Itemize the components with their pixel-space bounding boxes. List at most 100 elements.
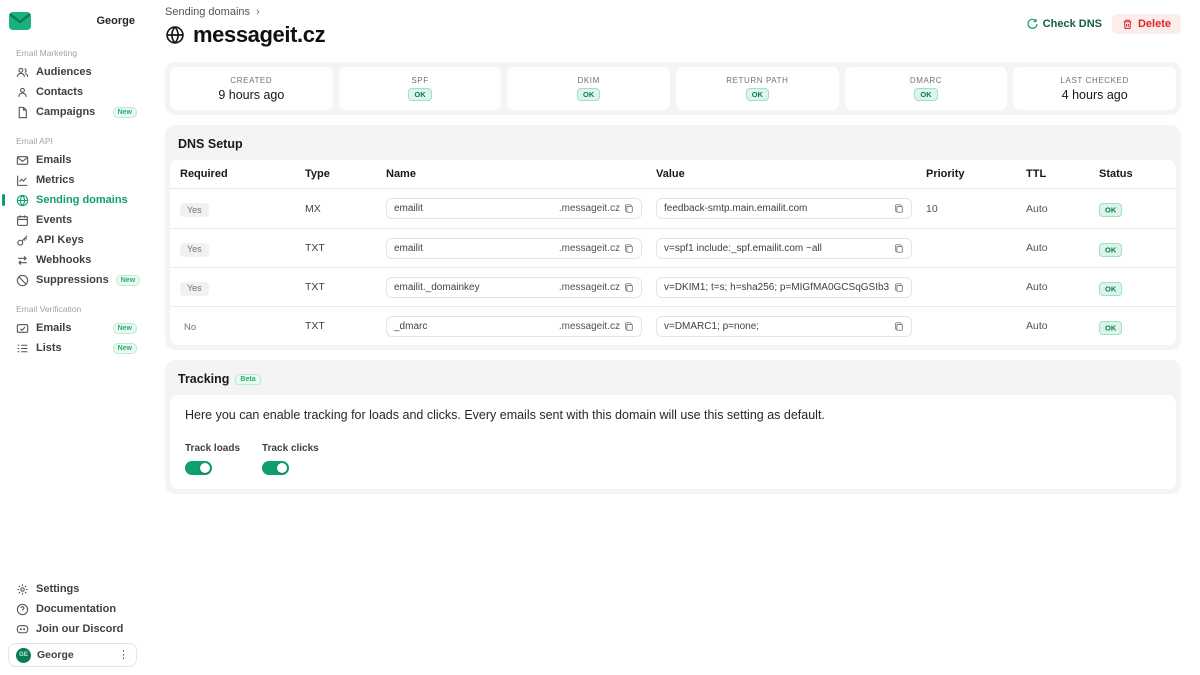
sidebar-item-events[interactable]: Events — [0, 210, 145, 230]
avatar: GE — [16, 648, 31, 663]
globe-icon — [16, 194, 29, 207]
required-badge: Yes — [180, 243, 209, 257]
last-checked-value: 4 hours ago — [1062, 88, 1128, 102]
copy-icon[interactable] — [624, 243, 634, 254]
spf-status-badge: OK — [408, 88, 431, 101]
calendar-icon — [16, 214, 29, 227]
ttl-value: Auto — [1026, 203, 1099, 215]
breadcrumb[interactable]: Sending domains › — [165, 6, 325, 18]
sidebar-item-label: Sending domains — [36, 194, 128, 206]
sidebar-item-webhooks[interactable]: Webhooks — [0, 250, 145, 270]
tracking-title: Tracking — [178, 372, 229, 386]
webhook-icon — [16, 254, 29, 267]
sidebar-item-campaigns[interactable]: Campaigns New — [0, 102, 145, 122]
status-card-dmarc: DMARC OK — [845, 67, 1008, 110]
app-logo-icon[interactable] — [8, 10, 32, 32]
required-badge: Yes — [180, 282, 209, 296]
contact-icon — [16, 86, 29, 99]
user-name: George — [37, 649, 74, 661]
section-label-email-verification: Email Verification — [8, 304, 145, 314]
breadcrumb-item[interactable]: Sending domains — [165, 6, 250, 18]
trash-icon — [1122, 19, 1133, 30]
sidebar-item-label: Emails — [36, 322, 71, 334]
copy-icon[interactable] — [894, 243, 904, 254]
sidebar-item-label: Documentation — [36, 603, 116, 615]
name-field[interactable]: emailit .messageit.cz — [386, 238, 642, 259]
name-field[interactable]: emailit._domainkey .messageit.cz — [386, 277, 642, 298]
user-menu[interactable]: GE George ⋮ — [8, 643, 137, 667]
copy-icon[interactable] — [624, 282, 634, 293]
copy-icon[interactable] — [624, 321, 634, 332]
sidebar-item-api-keys[interactable]: API Keys — [0, 230, 145, 250]
beta-badge: Beta — [235, 374, 260, 385]
value-field[interactable]: v=spf1 include:_spf.emailit.com ~all — [656, 238, 912, 259]
check-dns-button[interactable]: Check DNS — [1026, 18, 1102, 30]
mail-icon — [16, 154, 29, 167]
sidebar-item-label: API Keys — [36, 234, 84, 246]
status-card-spf: SPF OK — [339, 67, 502, 110]
record-type: MX — [305, 203, 386, 215]
dns-setup-panel: DNS Setup Required Type Name Value Prior… — [165, 125, 1181, 350]
row-status-badge: OK — [1099, 203, 1122, 217]
users-icon — [16, 66, 29, 79]
sidebar-item-label: Events — [36, 214, 72, 226]
sidebar-item-suppressions[interactable]: Suppressions New — [0, 270, 145, 290]
dns-row-dmarc: No TXT _dmarc .messageit.cz v=DMARC1; p=… — [170, 306, 1176, 345]
status-card-last-checked: LAST CHECKED 4 hours ago — [1013, 67, 1176, 110]
sidebar-item-contacts[interactable]: Contacts — [0, 82, 145, 102]
section-label-email-marketing: Email Marketing — [8, 48, 145, 58]
dns-table-header: Required Type Name Value Priority TTL St… — [170, 160, 1176, 189]
record-type: TXT — [305, 320, 386, 332]
mail-check-icon — [16, 322, 29, 335]
sidebar-item-label: Metrics — [36, 174, 75, 186]
tracking-description: Here you can enable tracking for loads a… — [185, 408, 1161, 422]
domain-suffix: .messageit.cz — [559, 243, 620, 254]
sidebar-item-lists[interactable]: Lists New — [0, 338, 145, 358]
track-loads-toggle[interactable] — [185, 461, 212, 475]
name-field[interactable]: _dmarc .messageit.cz — [386, 316, 642, 337]
help-icon — [16, 603, 29, 616]
sidebar-item-verification-emails[interactable]: Emails New — [0, 318, 145, 338]
sidebar-item-audiences[interactable]: Audiences — [0, 62, 145, 82]
list-icon — [16, 342, 29, 355]
workspace-name[interactable]: George — [96, 15, 135, 27]
refresh-icon — [1026, 18, 1038, 30]
value-field[interactable]: feedback-smtp.main.emailit.com — [656, 198, 912, 219]
row-status-badge: OK — [1099, 321, 1122, 335]
copy-icon[interactable] — [894, 203, 904, 214]
sidebar-item-sending-domains[interactable]: Sending domains — [0, 190, 145, 210]
dmarc-status-badge: OK — [914, 88, 937, 101]
dns-row-dkim: Yes TXT emailit._domainkey .messageit.cz… — [170, 267, 1176, 306]
dns-row-mx: Yes MX emailit .messageit.cz feedback-sm… — [170, 189, 1176, 228]
sidebar-item-label: Suppressions — [36, 274, 109, 286]
dkim-status-badge: OK — [577, 88, 600, 101]
delete-button[interactable]: Delete — [1112, 14, 1181, 34]
copy-icon[interactable] — [624, 203, 634, 214]
sidebar-item-metrics[interactable]: Metrics — [0, 170, 145, 190]
status-cards: CREATED 9 hours ago SPF OK DKIM OK RETUR… — [165, 62, 1181, 115]
status-card-return-path: RETURN PATH OK — [676, 67, 839, 110]
sidebar-item-label: Campaigns — [36, 106, 95, 118]
sidebar-item-documentation[interactable]: Documentation — [0, 599, 145, 619]
sidebar-item-discord[interactable]: Join our Discord — [0, 619, 145, 639]
sidebar-item-label: Audiences — [36, 66, 92, 78]
track-clicks-label: Track clicks — [262, 443, 319, 454]
section-label-email-api: Email API — [8, 136, 145, 146]
new-badge: New — [116, 275, 140, 286]
kebab-menu-icon[interactable]: ⋮ — [118, 650, 129, 661]
sidebar-item-settings[interactable]: Settings — [0, 579, 145, 599]
gear-icon — [16, 583, 29, 596]
name-field[interactable]: emailit .messageit.cz — [386, 198, 642, 219]
sidebar-item-emails[interactable]: Emails — [0, 150, 145, 170]
key-icon — [16, 234, 29, 247]
value-field[interactable]: v=DKIM1; t=s; h=sha256; p=MIGfMA0GCSqGSI… — [656, 277, 912, 298]
ttl-value: Auto — [1026, 281, 1099, 293]
copy-icon[interactable] — [894, 321, 904, 332]
track-clicks-toggle[interactable] — [262, 461, 289, 475]
required-badge: Yes — [180, 203, 209, 217]
copy-icon[interactable] — [894, 282, 904, 293]
main-content: Sending domains › messageit.cz Check DNS… — [145, 0, 1200, 675]
chart-icon — [16, 174, 29, 187]
value-field[interactable]: v=DMARC1; p=none; — [656, 316, 912, 337]
record-type: TXT — [305, 281, 386, 293]
